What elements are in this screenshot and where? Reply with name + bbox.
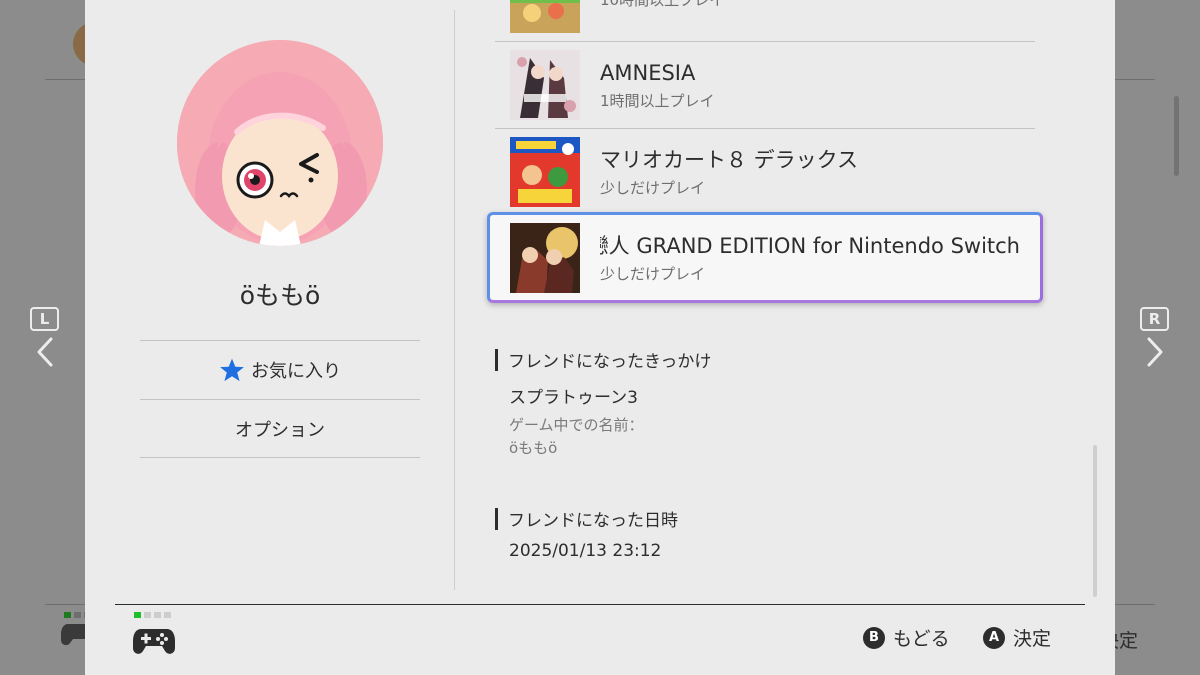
r-button-icon: R — [1140, 307, 1169, 331]
friend-reason-game: スプラトゥーン3 — [509, 388, 638, 408]
game-list-item-selected[interactable]: DYNAMIC CHORD feat.[KYOHSO] LOVERS 魔鬼戀人 … — [487, 212, 1043, 303]
confirm-label: 決定 — [1013, 628, 1052, 650]
background-scrollbar — [1174, 96, 1179, 176]
chevron-left-icon — [37, 337, 52, 367]
l-button-icon: L — [30, 307, 59, 331]
friend-username: öももö — [239, 281, 321, 310]
heading-accent-bar — [495, 348, 498, 371]
options-button[interactable]: オプション — [140, 399, 420, 458]
game-playtime: 10時間以上プレイ — [600, 0, 725, 9]
heading-accent-bar — [495, 507, 498, 530]
friend-since-heading-label: フレンドになった日時 — [508, 511, 678, 531]
game-list-item[interactable]: 10時間以上プレイ — [495, 0, 1035, 42]
ingame-name-value: öももö — [509, 439, 558, 457]
column-divider — [454, 10, 455, 590]
favorite-button[interactable]: お気に入り — [140, 340, 420, 399]
back-label: もどる — [893, 628, 950, 650]
game-playtime: 1時間以上プレイ — [600, 92, 715, 110]
game-title: マリオカート８ デラックス — [600, 148, 859, 172]
game-list-item[interactable]: AMNESIA 1時間以上プレイ — [495, 42, 1035, 129]
options-label: オプション — [235, 419, 325, 441]
star-icon — [220, 358, 244, 382]
game-thumbnail — [510, 137, 580, 207]
previous-friend-button[interactable]: L — [30, 307, 59, 367]
game-playtime: 少しだけプレイ — [600, 264, 706, 283]
game-thumbnail — [510, 50, 580, 120]
ingame-name-label: ゲーム中での名前： — [509, 416, 644, 434]
favorite-label: お気に入り — [251, 361, 341, 382]
b-button-icon: B — [863, 626, 885, 649]
back-button[interactable]: B もどる — [863, 624, 950, 651]
game-title: AMNESIA — [600, 61, 696, 85]
game-playtime: 少しだけプレイ — [600, 179, 706, 197]
game-thumbnail — [510, 222, 580, 293]
friend-menu: お気に入り オプション — [140, 340, 420, 458]
game-list-item[interactable]: マリオカート８ デラックス 少しだけプレイ — [495, 129, 1035, 216]
controller-indicator — [132, 612, 176, 662]
friend-reason-heading: フレンドになったきっかけ — [495, 347, 711, 372]
confirm-button[interactable]: A 決定 — [983, 624, 1051, 651]
friend-since-datetime: 2025/01/13 23:12 — [509, 541, 662, 561]
mii-avatar-image — [177, 40, 383, 246]
game-thumbnail — [510, 0, 580, 33]
friend-reason-heading-label: フレンドになったきっかけ — [508, 352, 712, 372]
friend-avatar — [177, 40, 383, 246]
a-button-icon: A — [983, 626, 1005, 649]
chevron-right-icon — [1147, 337, 1162, 367]
next-friend-button[interactable]: R — [1140, 307, 1169, 367]
gamepad-icon — [133, 629, 175, 654]
footer-divider — [115, 604, 1085, 605]
scrollbar[interactable] — [1093, 445, 1097, 597]
game-title: DYNAMIC CHORD feat.[KYOHSO] LOVERS 魔鬼戀人 … — [600, 233, 1020, 258]
friend-profile-panel: öももö お気に入り オプション 10時間以上プレイ AMNESIA 1時間以上… — [85, 0, 1115, 675]
player-indicator-lights — [134, 612, 176, 618]
friend-since-heading: フレンドになった日時 — [495, 506, 678, 531]
